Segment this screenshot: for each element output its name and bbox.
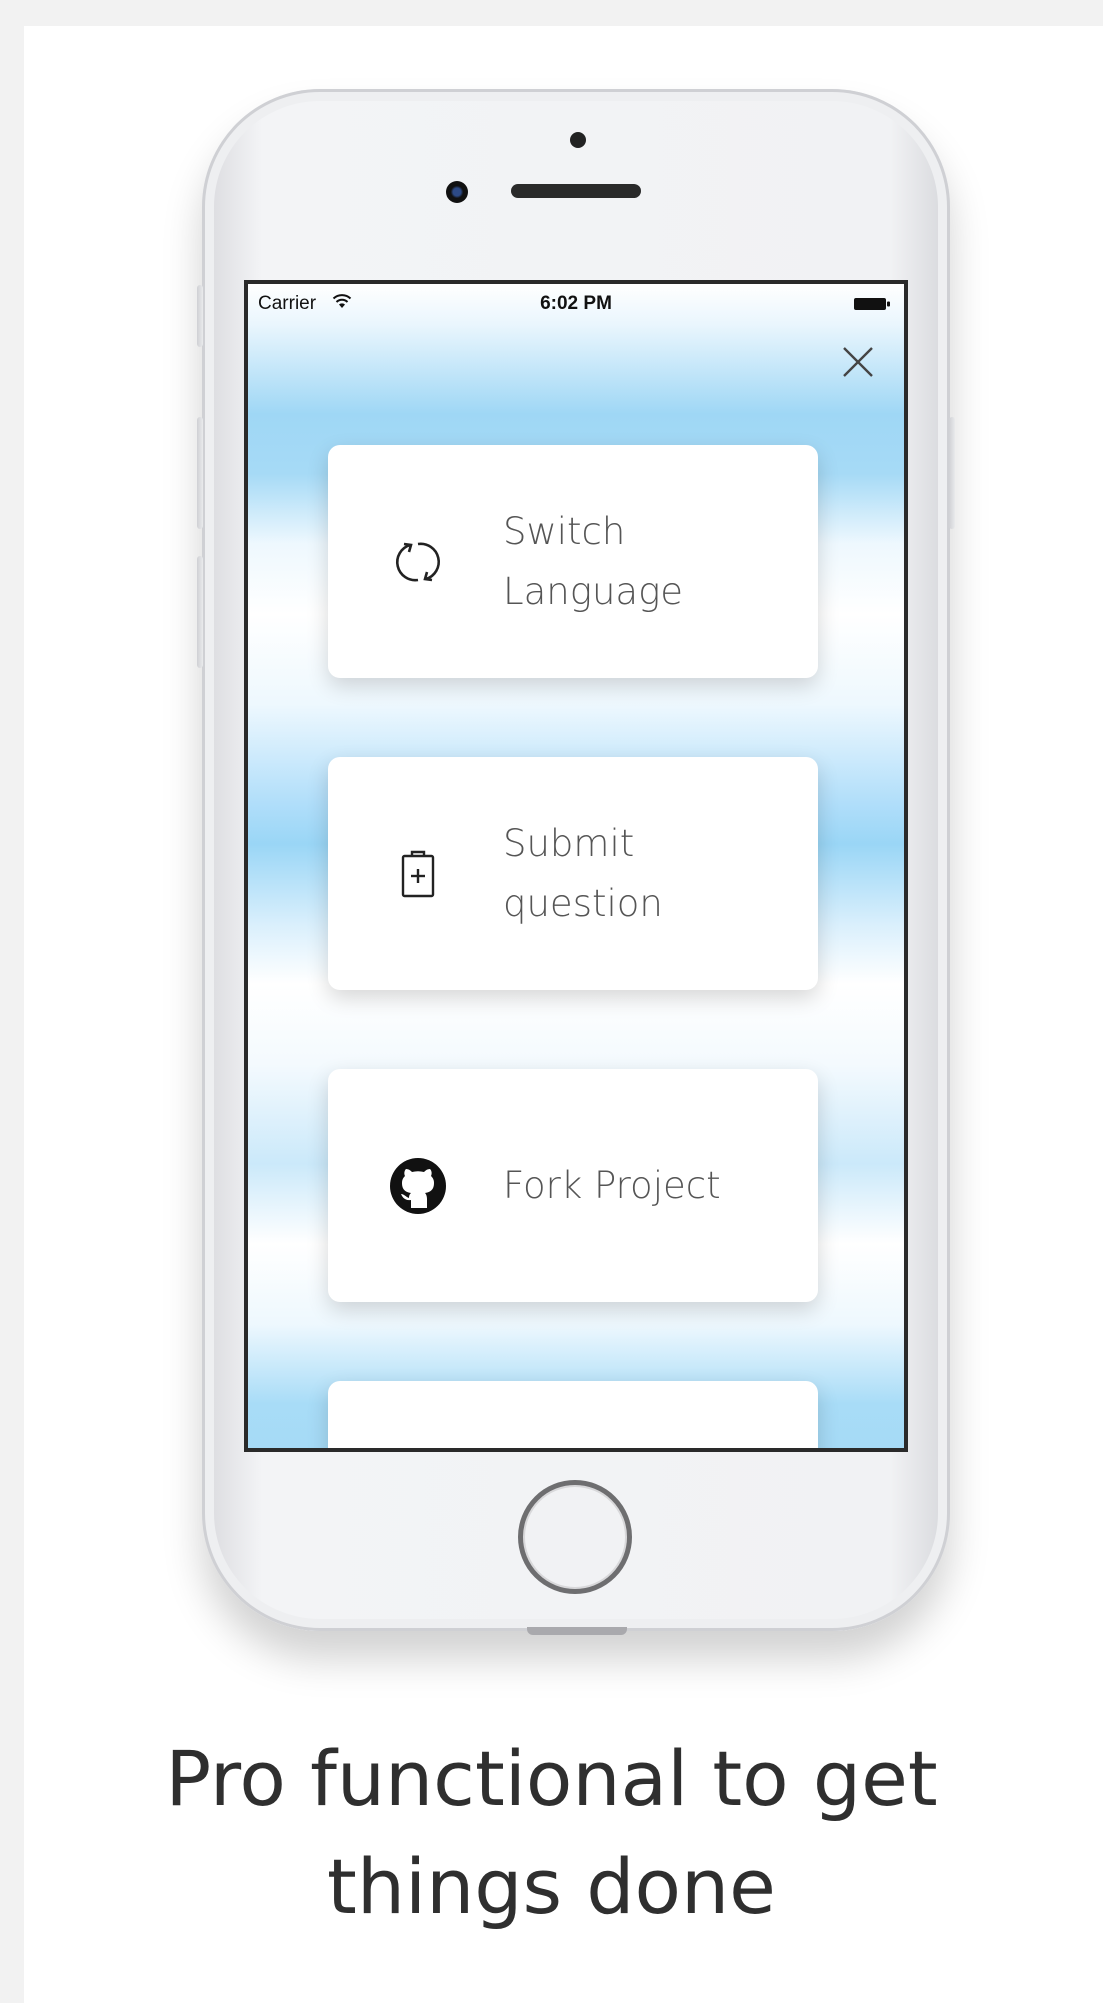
switch-language-button[interactable]: Switch Language	[328, 445, 818, 678]
fork-project-button[interactable]: Fork Project	[328, 1069, 818, 1302]
github-icon	[390, 1157, 446, 1214]
promo-caption-text: Pro functional to get things done	[165, 1734, 938, 1931]
battery-icon	[854, 298, 890, 310]
phone-bottom-tab	[527, 1627, 627, 1635]
submit-question-label: Submit question	[503, 821, 663, 925]
fork-project-label: Fork Project	[503, 1163, 721, 1207]
phone-screen: Carrier 6:02 PM Switch Language Submit q…	[244, 280, 908, 1452]
volume-down-button	[197, 556, 203, 668]
status-time: 6:02 PM	[540, 293, 612, 314]
power-button	[949, 417, 955, 529]
promo-caption: Pro functional to get things done	[0, 1725, 1103, 1941]
menu-card-partial[interactable]	[328, 1381, 818, 1448]
proximity-sensor	[570, 132, 586, 148]
switch-language-label: Switch Language	[503, 509, 684, 613]
refresh-icon	[396, 542, 440, 581]
earpiece-speaker	[511, 184, 641, 198]
submit-question-button[interactable]: Submit question	[328, 757, 818, 990]
status-bar: Carrier 6:02 PM	[248, 284, 904, 320]
clipboard-plus-icon	[401, 850, 435, 897]
mute-switch	[197, 285, 203, 347]
home-button[interactable]	[518, 1480, 632, 1594]
close-icon[interactable]	[838, 342, 878, 382]
volume-up-button	[197, 417, 203, 529]
front-camera	[446, 181, 468, 203]
